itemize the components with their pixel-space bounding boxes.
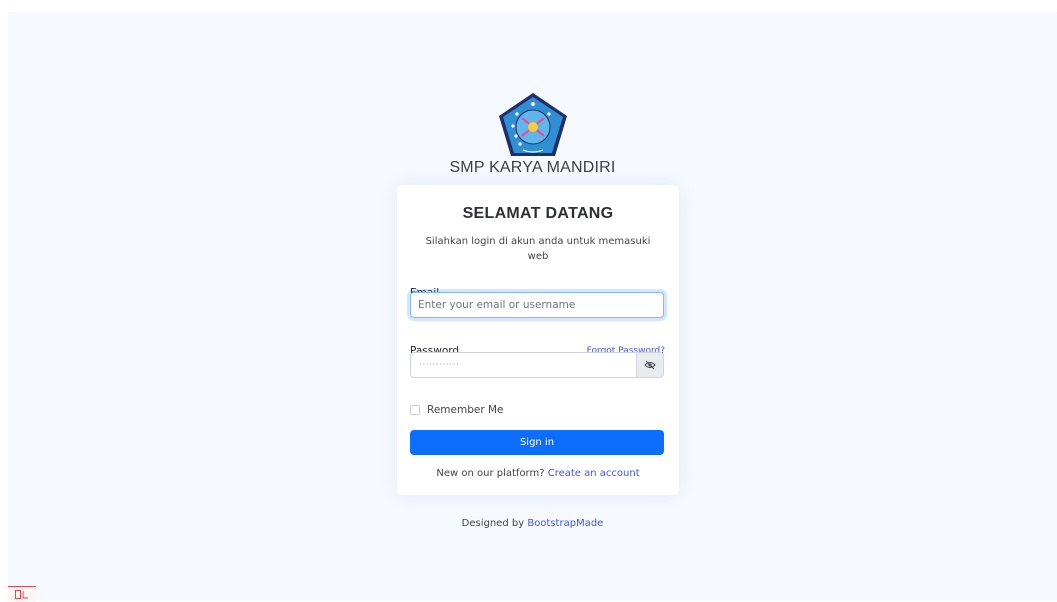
- page-background: SMP KARYA MANDIRI SELAMAT DATANG Silahka…: [8, 12, 1057, 601]
- login-subtitle: Silahkan login di akun anda untuk memasu…: [425, 236, 651, 262]
- login-card: SELAMAT DATANG Silahkan login di akun an…: [397, 185, 679, 495]
- password-group: [410, 352, 664, 378]
- logo-container: [8, 90, 1057, 160]
- debugbar-logo-icon: [15, 590, 28, 599]
- remember-me-row: Remember Me: [410, 404, 504, 416]
- register-prompt-row: New on our platform? Create an account: [397, 468, 679, 479]
- email-input[interactable]: [410, 292, 664, 318]
- credits: Designed by BootstrapMade: [8, 518, 1057, 529]
- school-emblem-icon: [498, 93, 567, 156]
- remember-me-checkbox[interactable]: [410, 405, 420, 415]
- bootstrapmade-link[interactable]: BootstrapMade: [527, 518, 603, 529]
- password-input[interactable]: [410, 352, 636, 378]
- eye-slash-icon: [644, 360, 656, 370]
- password-visibility-toggle[interactable]: [636, 352, 664, 378]
- login-title: SELAMAT DATANG: [462, 205, 614, 222]
- school-name: SMP KARYA MANDIRI: [449, 159, 616, 176]
- credits-text: Designed by: [461, 518, 525, 529]
- register-prompt: New on our platform?: [436, 468, 545, 479]
- sign-in-button[interactable]: Sign in: [410, 430, 664, 455]
- debug-toolbar-icon[interactable]: [8, 586, 36, 602]
- remember-me-label[interactable]: Remember Me: [427, 404, 504, 416]
- create-account-link[interactable]: Create an account: [548, 468, 640, 479]
